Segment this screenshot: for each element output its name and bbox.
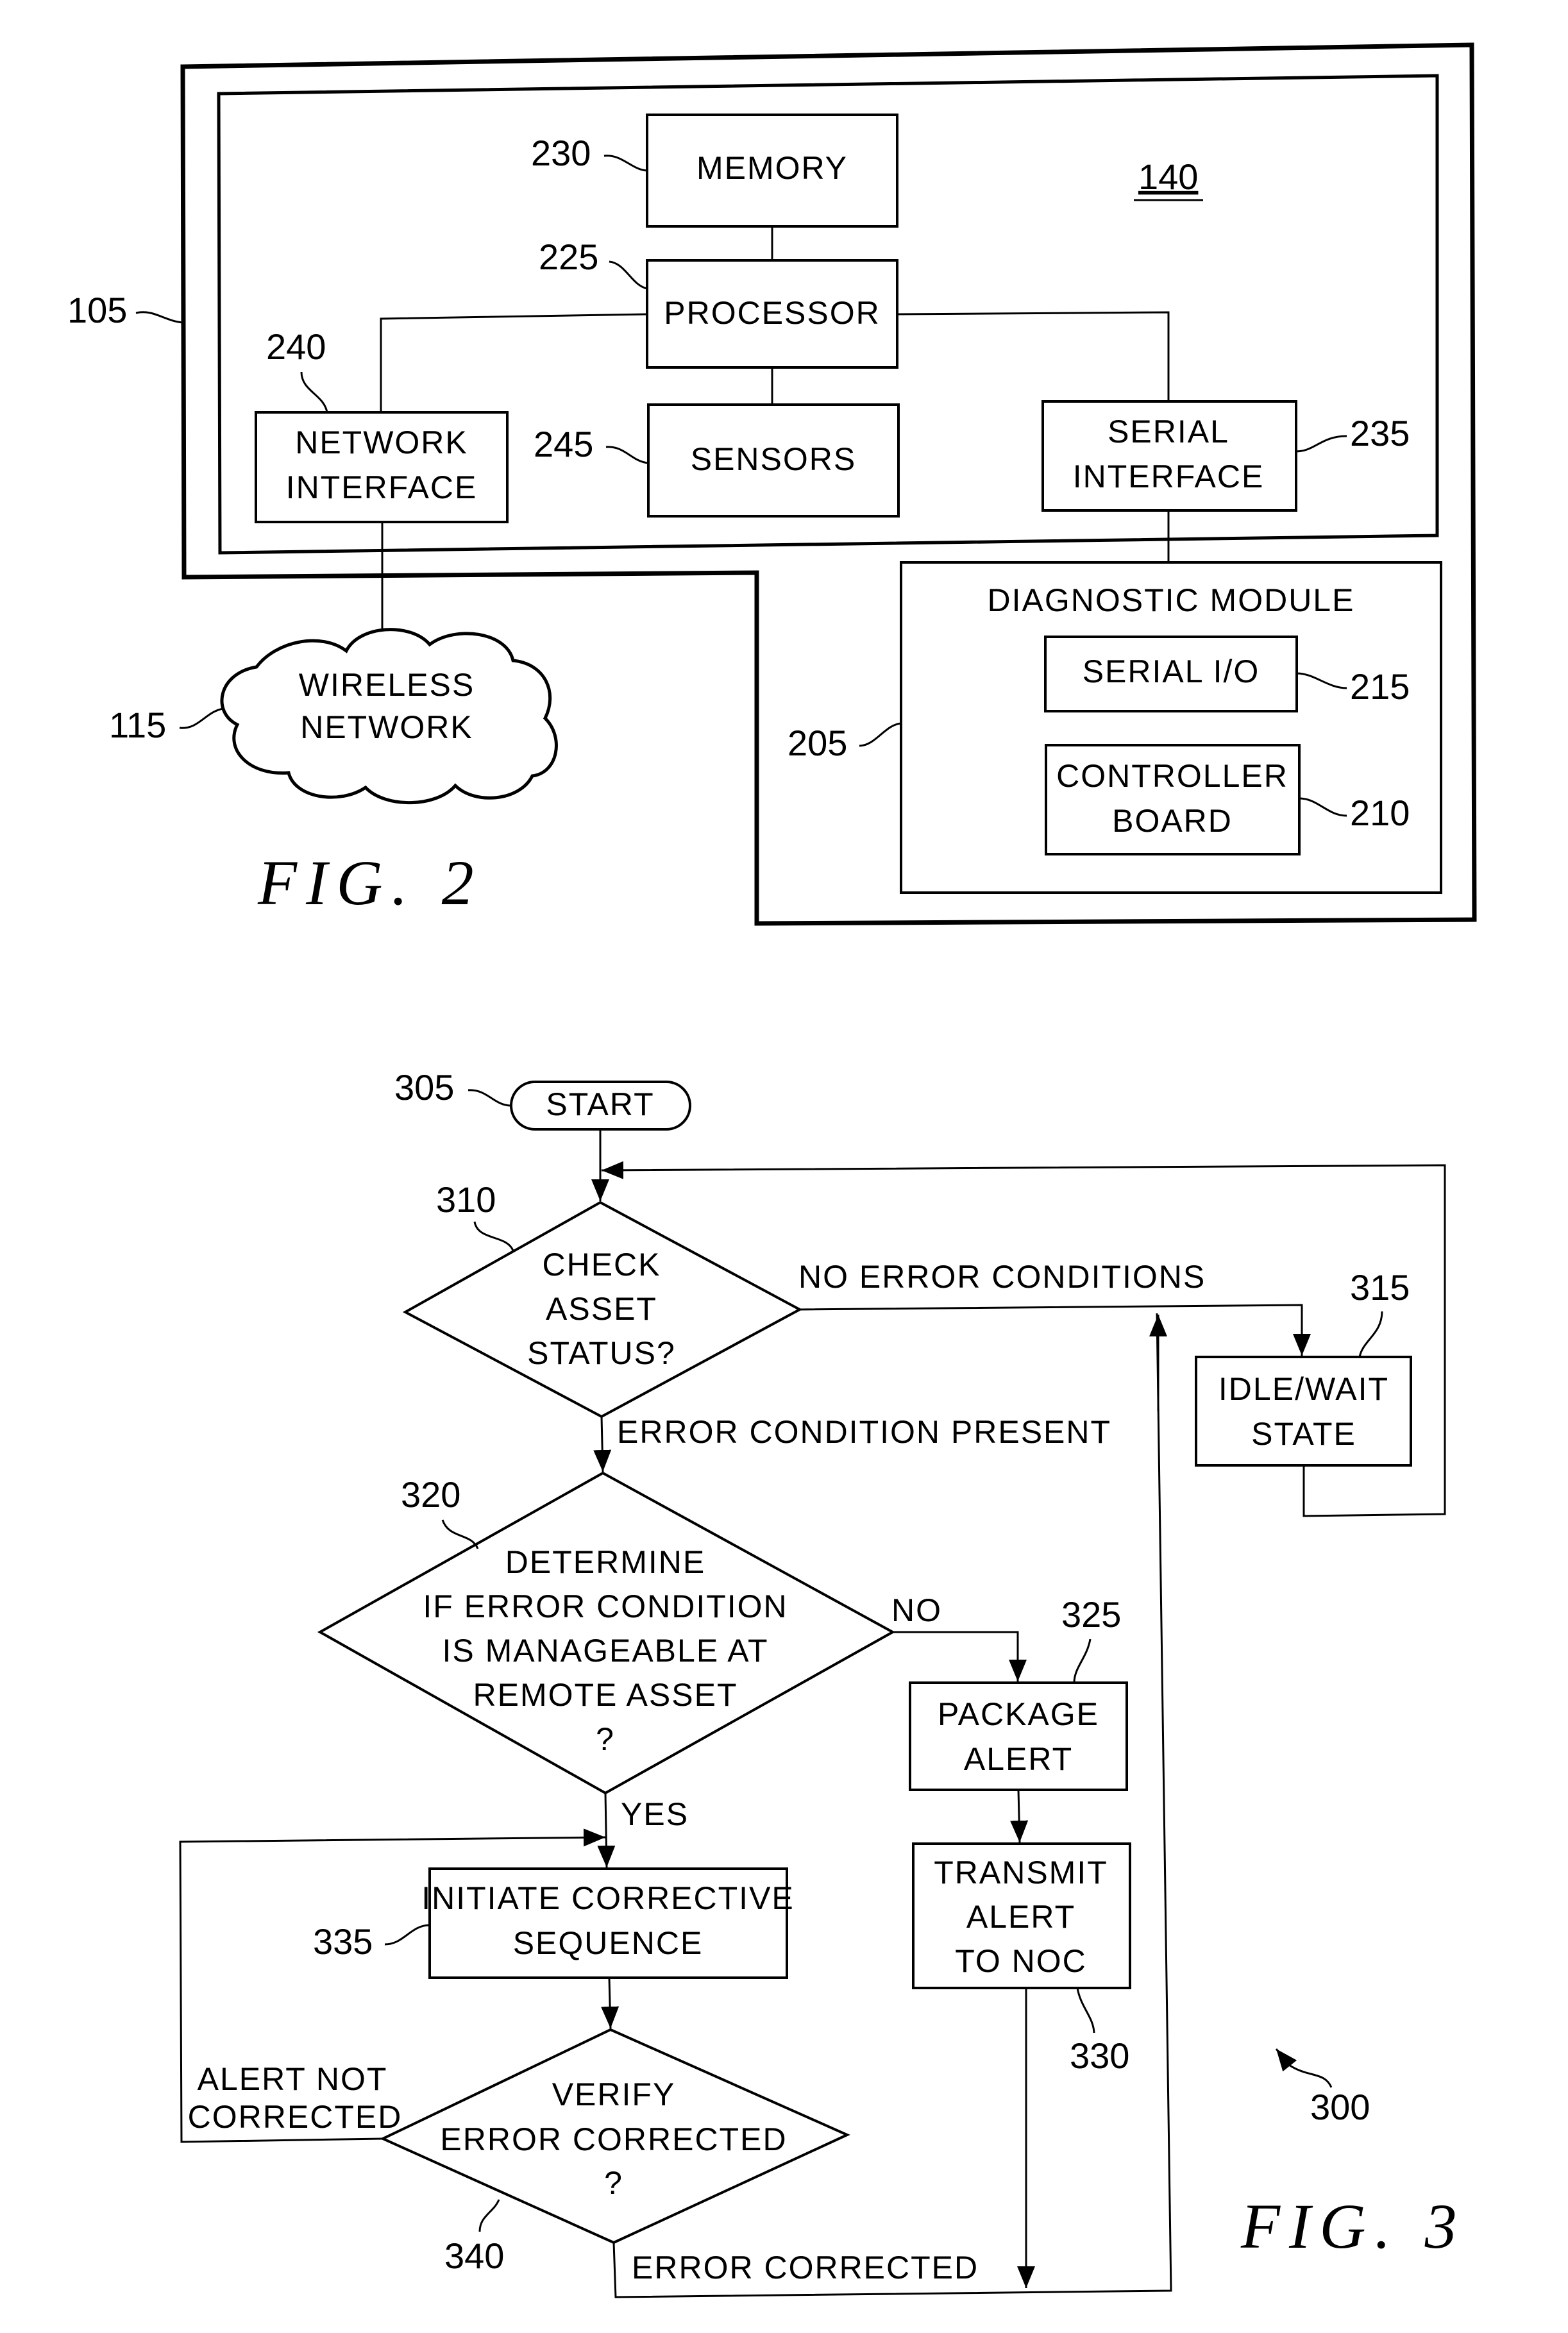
serial-interface-label-1: SERIAL <box>1108 414 1229 450</box>
verify-label-2: ERROR CORRECTED <box>440 2121 787 2157</box>
leader-315 <box>1358 1311 1383 1358</box>
alert-not-corrected-label-2: CORRECTED <box>188 2099 403 2135</box>
controller-board-label-1: CONTROLLER <box>1056 758 1288 794</box>
leader-240 <box>300 371 328 413</box>
leader-310 <box>473 1221 514 1251</box>
verify-label-3: ? <box>604 2165 623 2201</box>
edge-package-transmit <box>1010 1789 1029 1843</box>
ref-205: 205 <box>788 723 847 763</box>
network-interface-label-1: NETWORK <box>295 425 468 460</box>
package-label-1: PACKAGE <box>938 1696 1099 1732</box>
edge-error-present <box>593 1416 612 1472</box>
serial-io-label: SERIAL I/O <box>1083 653 1260 689</box>
ref-140: 140 <box>1138 156 1198 197</box>
leader-230 <box>603 155 648 172</box>
leader-105 <box>135 311 183 324</box>
ref-325: 325 <box>1061 1594 1121 1635</box>
processor-network-link <box>380 313 648 412</box>
package-label-2: ALERT <box>964 1741 1073 1777</box>
start-label: START <box>546 1086 654 1122</box>
initiate-label-2: SEQUENCE <box>513 1925 704 1961</box>
ref-240: 240 <box>266 326 326 367</box>
ref-235: 235 <box>1350 413 1410 453</box>
leader-205 <box>859 722 902 747</box>
verify-label-1: VERIFY <box>552 2076 676 2112</box>
determine-label-3: IS MANAGEABLE AT <box>442 1633 768 1669</box>
controller-board-label-2: BOARD <box>1112 803 1233 839</box>
ref-315: 315 <box>1350 1267 1410 1308</box>
processor-label: PROCESSOR <box>664 295 881 331</box>
no-error-label: NO ERROR CONDITIONS <box>798 1259 1206 1295</box>
leader-115 <box>179 707 224 729</box>
wireless-network-label-1: WIRELESS <box>299 667 475 703</box>
fig3-flowchart: START CHECK ASSET STATUS? NO ERROR CONDI… <box>179 1067 1466 2298</box>
leader-320 <box>441 1519 479 1549</box>
edge-yes <box>597 1792 616 1868</box>
determine-label-1: DETERMINE <box>505 1544 705 1580</box>
leader-305 <box>468 1089 512 1107</box>
edge-no-error <box>799 1304 1311 1356</box>
sensors-label: SENSORS <box>691 441 857 477</box>
transmit-label-3: TO NOC <box>955 1943 1087 1979</box>
transmit-label-2: ALERT <box>966 1899 1075 1935</box>
memory-label: MEMORY <box>696 150 848 186</box>
leader-300 <box>1275 2048 1333 2088</box>
transmit-label-1: TRANSMIT <box>934 1855 1108 1891</box>
ref-245: 245 <box>534 424 593 464</box>
alert-not-corrected-label-1: ALERT NOT <box>198 2061 388 2097</box>
edge-initiate-verify <box>601 1977 620 2029</box>
ref-305: 305 <box>394 1067 454 1108</box>
leader-330 <box>1076 1987 1095 2034</box>
serial-interface-label-2: INTERFACE <box>1073 459 1265 494</box>
ref-310: 310 <box>436 1179 496 1220</box>
ref-225: 225 <box>539 237 598 277</box>
fig2-caption: FIG. 2 <box>257 847 483 918</box>
idle-label-1: IDLE/WAIT <box>1218 1371 1389 1407</box>
yes-label: YES <box>621 1796 689 1832</box>
diagnostic-module-title: DIAGNOSTIC MODULE <box>988 582 1355 618</box>
error-corrected-label: ERROR CORRECTED <box>632 2250 979 2286</box>
leader-225 <box>609 260 648 290</box>
ref-330: 330 <box>1070 2035 1129 2076</box>
leader-245 <box>605 446 649 464</box>
check-label-1: CHECK <box>542 1247 661 1283</box>
leader-235 <box>1295 435 1347 453</box>
check-label-2: ASSET <box>546 1291 657 1327</box>
no-label: NO <box>891 1592 942 1628</box>
leader-335 <box>384 1924 430 1946</box>
initiate-label-1: INITIATE CORRECTIVE <box>421 1880 795 1916</box>
error-present-label: ERROR CONDITION PRESENT <box>617 1414 1111 1450</box>
wireless-network-label-2: NETWORK <box>300 709 473 745</box>
leader-325 <box>1073 1638 1092 1683</box>
network-interface-label-2: INTERFACE <box>286 469 478 505</box>
ref-320: 320 <box>401 1474 460 1515</box>
processor-serial-link <box>897 311 1170 401</box>
fig3-caption: FIG. 3 <box>1240 2191 1466 2262</box>
ref-115: 115 <box>109 705 166 745</box>
leader-340 <box>478 2199 500 2232</box>
ref-105: 105 <box>67 290 127 330</box>
ref-210: 210 <box>1350 793 1410 833</box>
determine-label-5: ? <box>596 1721 615 1757</box>
ref-340: 340 <box>444 2236 504 2276</box>
determine-label-4: REMOTE ASSET <box>473 1677 738 1713</box>
check-label-3: STATUS? <box>527 1335 676 1371</box>
edge-no <box>893 1631 1027 1681</box>
ref-215: 215 <box>1350 666 1410 707</box>
ref-300: 300 <box>1310 2087 1370 2127</box>
fig2-block-diagram: MEMORY PROCESSOR SENSORS NETWORK INTERFA… <box>67 42 1477 926</box>
determine-label-2: IF ERROR CONDITION <box>423 1588 788 1624</box>
idle-label-2: STATE <box>1251 1416 1356 1452</box>
patent-drawing-sheet: MEMORY PROCESSOR SENSORS NETWORK INTERFA… <box>67 42 1477 2298</box>
ref-335: 335 <box>313 1921 373 1962</box>
ref-230: 230 <box>531 133 591 173</box>
